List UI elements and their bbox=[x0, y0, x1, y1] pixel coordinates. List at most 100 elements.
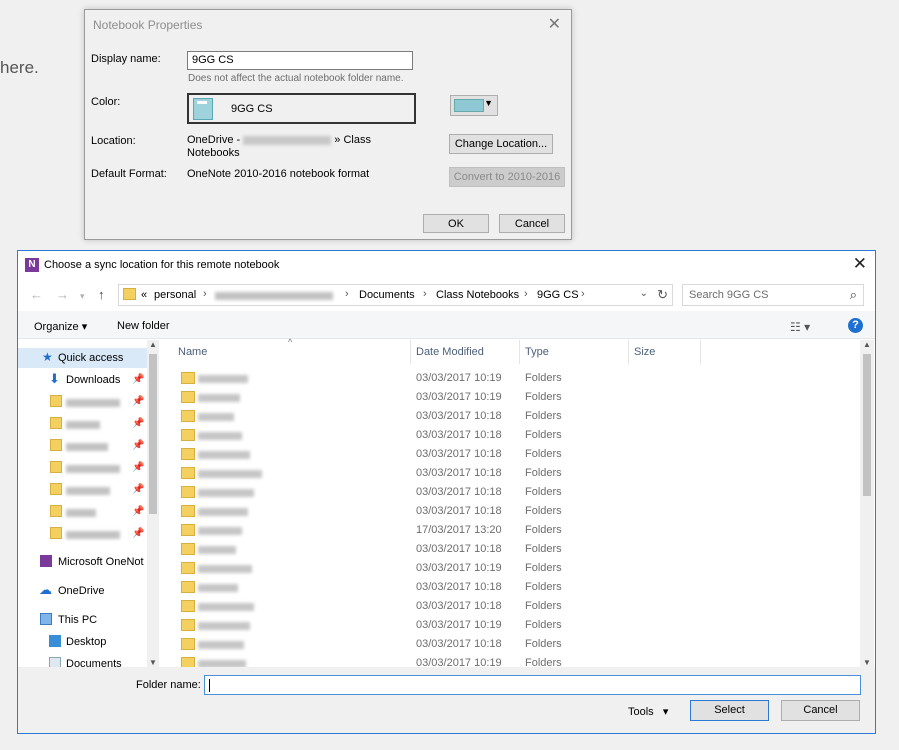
close-icon[interactable]: ✕ bbox=[548, 14, 561, 34]
search-input[interactable]: Search 9GG CS ⌕ bbox=[682, 284, 864, 306]
nav-onedrive[interactable]: ☁ OneDrive bbox=[18, 581, 148, 601]
table-row[interactable]: 03/03/2017 10:18 Folders bbox=[168, 407, 858, 426]
search-placeholder: Search 9GG CS bbox=[689, 289, 769, 301]
column-divider[interactable] bbox=[519, 340, 520, 364]
column-date-modified[interactable]: Date Modified bbox=[416, 346, 484, 358]
row-date-modified: 03/03/2017 10:18 bbox=[416, 486, 502, 498]
nav-folder-pinned[interactable]: 📌 bbox=[18, 480, 148, 500]
cancel-button[interactable]: Cancel bbox=[781, 700, 860, 721]
display-name-input[interactable]: 9GG CS bbox=[187, 51, 413, 70]
table-row[interactable]: 03/03/2017 10:19 Folders bbox=[168, 559, 858, 578]
nav-downloads[interactable]: ⬇ Downloads 📌 bbox=[18, 370, 148, 390]
table-row[interactable]: 03/03/2017 10:18 Folders bbox=[168, 635, 858, 654]
chevron-down-icon[interactable]: ▼ bbox=[863, 658, 871, 667]
view-options-icon[interactable]: ☷ ▾ bbox=[790, 320, 810, 334]
table-row[interactable]: 03/03/2017 10:18 Folders bbox=[168, 445, 858, 464]
chevron-down-icon[interactable]: ▼ bbox=[149, 658, 157, 667]
nav-desktop[interactable]: Desktop bbox=[18, 632, 148, 652]
table-row[interactable]: 03/03/2017 10:18 Folders bbox=[168, 502, 858, 521]
chevron-down-icon[interactable]: ⌄ bbox=[640, 288, 648, 299]
folder-icon bbox=[181, 600, 195, 612]
convert-button[interactable]: Convert to 2010-2016 bbox=[449, 167, 565, 187]
table-row[interactable]: 03/03/2017 10:18 Folders bbox=[168, 578, 858, 597]
nav-folder-pinned[interactable]: 📌 bbox=[18, 458, 148, 478]
chevron-right-icon: › bbox=[345, 288, 349, 300]
color-dropdown[interactable]: ▼ bbox=[450, 95, 498, 116]
up-icon[interactable]: ↑ bbox=[98, 287, 105, 302]
nav-scroll-thumb[interactable] bbox=[149, 354, 157, 514]
folder-name-input[interactable] bbox=[204, 675, 861, 695]
row-type: Folders bbox=[525, 619, 562, 631]
organize-button[interactable]: Organize ▾ bbox=[34, 320, 87, 333]
table-row[interactable]: 03/03/2017 10:18 Folders bbox=[168, 540, 858, 559]
crumb-documents[interactable]: Documents bbox=[359, 289, 415, 301]
chevron-right-icon: › bbox=[524, 288, 528, 300]
redacted-folder-name bbox=[198, 565, 252, 573]
crumb-9gg-cs[interactable]: 9GG CS bbox=[537, 289, 579, 301]
pin-icon: 📌 bbox=[132, 440, 145, 451]
close-icon[interactable]: ✕ bbox=[853, 254, 867, 274]
nav-quick-access[interactable]: ★ Quick access bbox=[18, 348, 148, 368]
refresh-icon[interactable]: ↻ bbox=[657, 287, 668, 303]
cancel-button[interactable]: Cancel bbox=[499, 214, 565, 233]
table-row[interactable]: 03/03/2017 10:18 Folders bbox=[168, 426, 858, 445]
new-folder-button[interactable]: New folder bbox=[117, 320, 170, 332]
nav-scrollbar[interactable]: ▲ ▼ bbox=[147, 340, 159, 667]
file-list-scroll-thumb[interactable] bbox=[863, 354, 871, 496]
column-headers: Name ^ Date Modified Type Size bbox=[168, 337, 858, 364]
folder-icon bbox=[181, 524, 195, 536]
nav-folder-pinned[interactable]: 📌 bbox=[18, 414, 148, 434]
row-date-modified: 03/03/2017 10:18 bbox=[416, 429, 502, 441]
row-date-modified: 03/03/2017 10:19 bbox=[416, 372, 502, 384]
nav-folder-pinned[interactable]: 📌 bbox=[18, 392, 148, 412]
column-divider[interactable] bbox=[628, 340, 629, 364]
file-list-scrollbar[interactable]: ▲ ▼ bbox=[860, 340, 874, 667]
table-row[interactable]: 03/03/2017 10:19 Folders bbox=[168, 369, 858, 388]
column-type[interactable]: Type bbox=[525, 346, 549, 358]
chevron-right-icon: › bbox=[423, 288, 427, 300]
ok-button[interactable]: OK bbox=[423, 214, 489, 233]
row-type: Folders bbox=[525, 410, 562, 422]
forward-icon[interactable]: → bbox=[56, 287, 69, 302]
address-prefix: « bbox=[141, 289, 148, 301]
redacted-folder-name bbox=[198, 413, 234, 421]
nav-folder-pinned[interactable]: 📌 bbox=[18, 436, 148, 456]
crumb-personal[interactable]: personal bbox=[154, 289, 196, 301]
table-row[interactable]: 03/03/2017 10:18 Folders bbox=[168, 483, 858, 502]
table-row[interactable]: 03/03/2017 10:18 Folders bbox=[168, 597, 858, 616]
back-icon[interactable]: ← bbox=[30, 287, 43, 302]
nav-onenote[interactable]: Microsoft OneNot bbox=[18, 552, 148, 572]
redacted-text bbox=[66, 399, 120, 407]
table-row[interactable]: 03/03/2017 10:18 Folders bbox=[168, 464, 858, 483]
nav-folder-pinned[interactable]: 📌 bbox=[18, 524, 148, 544]
select-button[interactable]: Select bbox=[690, 700, 769, 721]
crumb-class-notebooks[interactable]: Class Notebooks bbox=[436, 289, 519, 301]
redacted-text bbox=[66, 443, 108, 451]
table-row[interactable]: 03/03/2017 10:19 Folders bbox=[168, 388, 858, 407]
nav-folder-pinned[interactable]: 📌 bbox=[18, 502, 148, 522]
folder-icon bbox=[181, 619, 195, 631]
change-location-button[interactable]: Change Location... bbox=[449, 134, 553, 154]
column-divider[interactable] bbox=[700, 340, 701, 364]
help-icon[interactable]: ? bbox=[848, 318, 863, 333]
row-type: Folders bbox=[525, 562, 562, 574]
nav-documents[interactable]: Documents bbox=[18, 654, 148, 667]
column-name[interactable]: Name bbox=[178, 346, 207, 358]
tools-dropdown[interactable]: Tools ▾ bbox=[628, 705, 668, 718]
chevron-up-icon[interactable]: ▲ bbox=[863, 340, 871, 349]
column-size[interactable]: Size bbox=[634, 346, 655, 358]
color-preview: 9GG CS bbox=[187, 93, 416, 124]
recent-dropdown-icon[interactable]: ▾ bbox=[80, 291, 85, 302]
nav-this-pc[interactable]: This PC bbox=[18, 610, 148, 630]
redacted-text bbox=[66, 487, 110, 495]
column-divider[interactable] bbox=[410, 340, 411, 364]
row-type: Folders bbox=[525, 391, 562, 403]
chevron-up-icon[interactable]: ▲ bbox=[149, 340, 157, 349]
address-bar[interactable]: « personal › › Documents › Class Noteboo… bbox=[118, 284, 673, 306]
row-date-modified: 03/03/2017 10:18 bbox=[416, 505, 502, 517]
table-row[interactable]: 03/03/2017 10:19 Folders bbox=[168, 616, 858, 635]
row-date-modified: 03/03/2017 10:18 bbox=[416, 638, 502, 650]
pin-icon: 📌 bbox=[132, 528, 145, 539]
redacted-folder-name bbox=[198, 584, 238, 592]
table-row[interactable]: 17/03/2017 13:20 Folders bbox=[168, 521, 858, 540]
